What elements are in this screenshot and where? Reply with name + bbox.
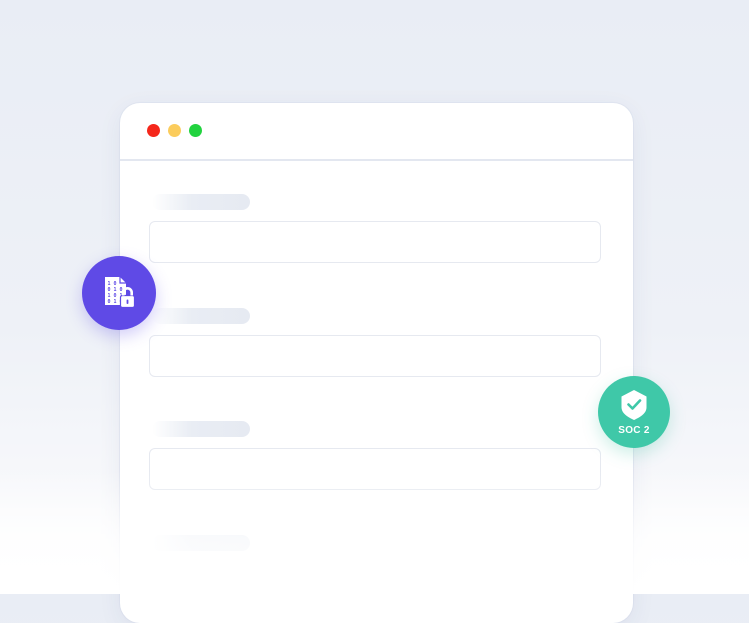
window-maximize-dot[interactable] bbox=[189, 124, 202, 137]
soc2-badge: SOC 2 bbox=[598, 376, 670, 448]
form-input-field[interactable] bbox=[149, 448, 601, 490]
form-label-placeholder bbox=[152, 308, 250, 324]
form-label-placeholder bbox=[152, 194, 250, 210]
form-input-field[interactable] bbox=[149, 335, 601, 377]
encryption-badge: 1 0 0 1 0 1 0 1 0 1 0 bbox=[82, 256, 156, 330]
window-close-dot[interactable] bbox=[147, 124, 160, 137]
form-label-placeholder bbox=[152, 535, 250, 551]
form-input-field[interactable] bbox=[149, 221, 601, 263]
shield-check-icon bbox=[621, 390, 647, 420]
window-title-bar bbox=[120, 103, 633, 161]
soc2-label: SOC 2 bbox=[618, 425, 650, 436]
encrypted-file-lock-icon: 1 0 0 1 0 1 0 1 0 1 0 bbox=[105, 277, 136, 309]
window-minimize-dot[interactable] bbox=[168, 124, 181, 137]
illustration-scene: 1 0 0 1 0 1 0 1 0 1 0 SOC 2 bbox=[0, 0, 749, 623]
browser-window bbox=[120, 103, 633, 623]
form-label-placeholder bbox=[152, 421, 250, 437]
